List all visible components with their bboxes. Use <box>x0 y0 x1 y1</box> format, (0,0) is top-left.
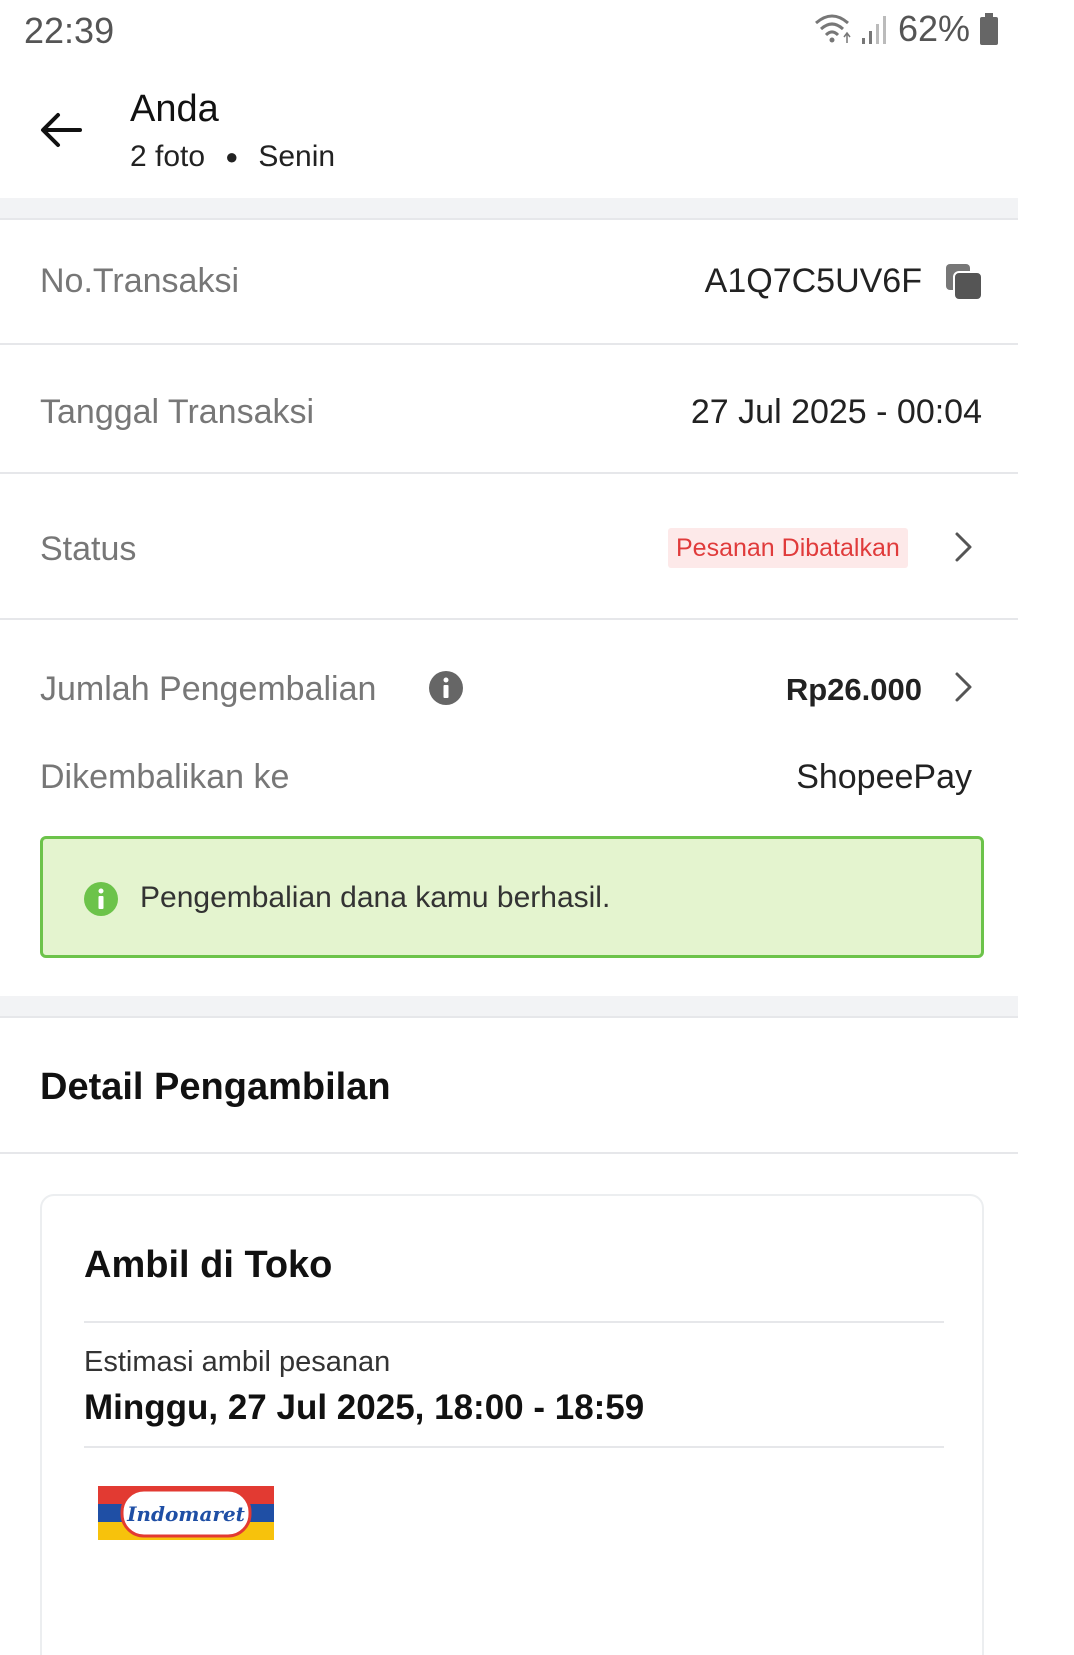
pickup-estimate-value: Minggu, 27 Jul 2025, 18:00 - 18:59 <box>84 1388 645 1427</box>
photo-count: 2 foto <box>130 140 206 173</box>
screen: 22:39 62% Anda 2 foto ● Senin No.Transak… <box>0 0 1018 1655</box>
pickup-card: Ambil di Toko Estimasi ambil pesanan Min… <box>40 1194 984 1655</box>
back-arrow-icon[interactable] <box>36 104 88 156</box>
divider <box>0 1152 1018 1154</box>
battery-percent: 62% <box>897 8 970 49</box>
transaction-number-label: No.Transaksi <box>40 262 240 300</box>
divider <box>84 1446 944 1448</box>
refund-destination-label: Dikembalikan ke <box>40 758 290 796</box>
notice-text: Pengembalian dana kamu berhasil. <box>140 881 611 914</box>
divider <box>0 472 1018 474</box>
refund-amount-label: Jumlah Pengembalian <box>40 670 377 708</box>
header-day: Senin <box>258 140 336 173</box>
separator-dot: ● <box>225 144 239 169</box>
indomaret-logo: Indomaret <box>98 1482 274 1544</box>
status-icons: 62% <box>812 8 1000 50</box>
chevron-right-icon[interactable] <box>952 530 976 564</box>
header-title: Anda <box>130 88 219 130</box>
status-bar: 22:39 62% <box>0 0 1018 62</box>
chevron-right-icon[interactable] <box>952 670 976 704</box>
wifi-icon <box>814 14 851 43</box>
divider <box>0 343 1018 345</box>
header-subtitle: 2 foto ● Senin <box>130 140 335 174</box>
divider <box>0 618 1018 620</box>
app-header: Anda 2 foto ● Senin <box>0 62 1018 198</box>
copy-icon[interactable] <box>944 262 984 302</box>
transaction-date-value: 27 Jul 2025 - 00:04 <box>690 393 982 431</box>
pickup-section-title: Detail Pengambilan <box>40 1066 391 1108</box>
refund-amount-value: Rp26.000 <box>785 672 922 707</box>
divider <box>84 1321 944 1323</box>
section-divider <box>0 996 1018 1018</box>
battery-icon <box>980 13 998 45</box>
pickup-card-title: Ambil di Toko <box>84 1244 333 1286</box>
status-time: 22:39 <box>24 10 115 51</box>
status-badge[interactable]: Pesanan Dibatalkan <box>668 528 908 568</box>
signal-icon <box>861 16 886 44</box>
transaction-date-label: Tanggal Transaksi <box>40 393 315 431</box>
transaction-number-value: A1Q7C5UV6F <box>704 262 922 300</box>
refund-destination-value: ShopeePay <box>796 758 972 796</box>
status-label: Status <box>40 530 137 568</box>
info-icon[interactable] <box>428 670 464 706</box>
svg-text:Indomaret: Indomaret <box>126 1502 246 1526</box>
pickup-estimate-label: Estimasi ambil pesanan <box>84 1346 391 1378</box>
info-circle-green-icon <box>84 882 118 916</box>
refund-success-notice: Pengembalian dana kamu berhasil. <box>40 836 984 958</box>
section-divider <box>0 198 1018 220</box>
